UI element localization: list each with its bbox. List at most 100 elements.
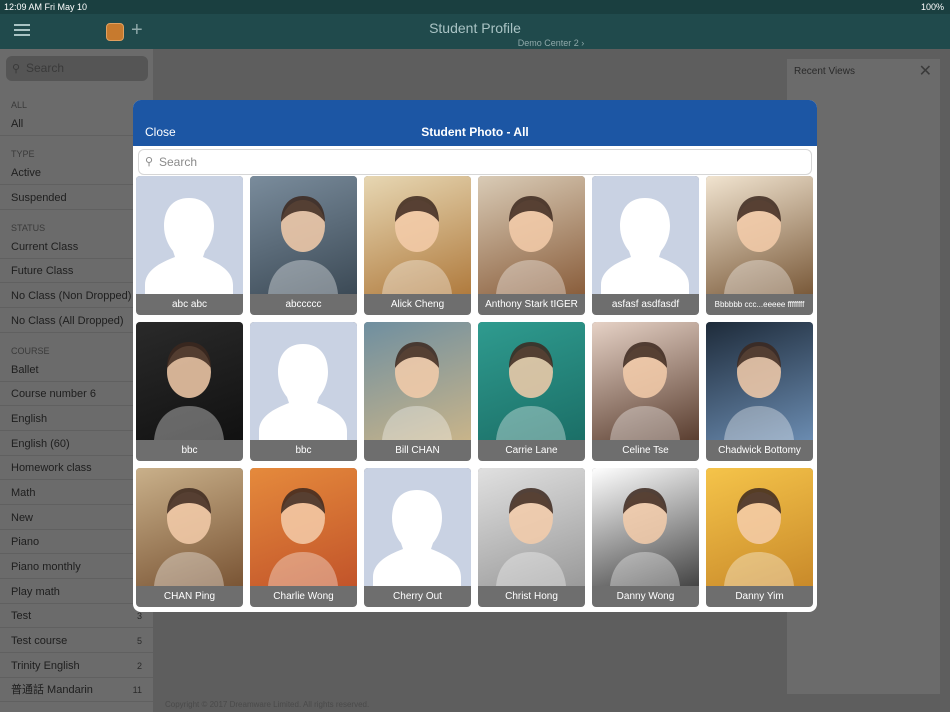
student-card[interactable]: bbc — [136, 322, 243, 461]
student-card[interactable]: Danny Wong — [592, 468, 699, 607]
student-card[interactable]: Cherry Out — [364, 468, 471, 607]
student-name: CHAN Ping — [163, 591, 216, 602]
student-photo — [706, 468, 813, 586]
modal-header: Close Student Photo - All — [133, 100, 817, 146]
student-card[interactable]: abccccc — [250, 176, 357, 315]
sidebar-item[interactable]: Current Class — [0, 235, 153, 259]
student-name: bbc — [295, 445, 312, 456]
student-card[interactable]: Chadwick Bottomy — [706, 322, 813, 461]
student-photo — [706, 322, 813, 440]
sidebar-item[interactable]: Ballet — [0, 358, 153, 382]
default-avatar-icon — [136, 176, 243, 294]
student-name: Anthony Stark tIGER — [485, 299, 578, 310]
student-card[interactable]: abc abc — [136, 176, 243, 315]
sidebar-item-label: English — [11, 413, 48, 425]
student-card[interactable]: Bbbbbb ccc...eeeee ffffffff — [706, 176, 813, 315]
student-photo — [478, 176, 585, 294]
student-photo — [706, 176, 813, 294]
student-photo-modal: Close Student Photo - All ⚲ Search abc a… — [133, 100, 817, 612]
sidebar-item[interactable]: Suspended — [0, 186, 153, 210]
student-name: abccccc — [285, 299, 322, 310]
sidebar-item[interactable]: Course number 6 — [0, 382, 153, 406]
student-photo — [136, 468, 243, 586]
sidebar-item-label: Play math — [11, 586, 60, 598]
sidebar-item-label: Piano monthly — [11, 561, 81, 573]
sidebar-item-label: All — [11, 118, 24, 130]
sidebar-item[interactable]: Test course 5 — [0, 629, 153, 653]
sidebar-item[interactable]: No Class (All Dropped) — [0, 309, 153, 333]
sidebar-item-label: Test — [11, 610, 32, 622]
default-avatar-icon — [592, 176, 699, 294]
student-card[interactable]: Anthony Stark tIGER — [478, 176, 585, 315]
student-name: Alick Cheng — [390, 299, 445, 310]
student-card[interactable]: Celine Tse — [592, 322, 699, 461]
sidebar-search-placeholder: Search — [26, 61, 65, 75]
student-photo — [250, 176, 357, 294]
page-title: Student Profile — [429, 20, 521, 36]
recent-views-label: Recent Views — [794, 66, 855, 77]
sidebar-item[interactable]: New — [0, 506, 153, 530]
student-name: bbc — [181, 445, 198, 456]
student-card[interactable]: asfasf asdfasdf — [592, 176, 699, 315]
sidebar-item-count: 11 — [132, 685, 142, 695]
sidebar-item[interactable]: Homework class — [0, 456, 153, 480]
sidebar-item-label: Future Class — [11, 265, 74, 277]
default-avatar-icon — [364, 468, 471, 586]
sidebar: ⚲ Search ALL TYPE STATUS COURSE All Active Sus… — [0, 49, 153, 712]
sidebar-item[interactable]: Play math — [0, 580, 153, 604]
sidebar-item-label: No Class (Non Dropped) — [11, 290, 132, 302]
student-card[interactable]: Alick Cheng — [364, 176, 471, 315]
sidebar-item-label: Course number 6 — [11, 388, 96, 400]
student-name: Cherry Out — [393, 591, 442, 602]
sidebar-section-header: STATUS — [11, 223, 46, 233]
sidebar-item-label: New — [11, 512, 34, 524]
student-photo — [592, 468, 699, 586]
sidebar-item-label: Test course — [11, 635, 68, 647]
sidebar-item[interactable]: 普通話 Mandarin 11 — [0, 678, 153, 702]
sidebar-item[interactable]: Test 3 — [0, 604, 153, 628]
sidebar-item[interactable]: Piano — [0, 530, 153, 554]
close-icon[interactable]: ✕ — [919, 61, 932, 81]
sidebar-item[interactable]: Trinity English 2 — [0, 654, 153, 678]
sidebar-item-label: Piano — [11, 536, 40, 548]
sidebar-item-label: 普通話 Mandarin — [11, 684, 93, 696]
sidebar-item[interactable]: No Class (Non Dropped) — [0, 284, 153, 308]
student-name: Christ Hong — [505, 591, 558, 602]
student-card[interactable]: Danny Yim — [706, 468, 813, 607]
sidebar-search-input[interactable]: ⚲ Search — [6, 56, 148, 81]
center-selector[interactable]: Demo Center 2 › — [0, 38, 950, 48]
sidebar-item[interactable]: English — [0, 407, 153, 431]
student-photo-grid: abc abc abccccc Alick Cheng Anthony Stark t… — [136, 176, 816, 608]
student-card[interactable]: Christ Hong — [478, 468, 585, 607]
student-name: Charlie Wong — [273, 591, 334, 602]
search-icon: ⚲ — [145, 156, 154, 168]
status-time: 12:09 AM Fri May 10 — [4, 2, 88, 12]
sidebar-item[interactable]: Math — [0, 481, 153, 505]
default-avatar-icon — [250, 322, 357, 440]
student-name: Danny Wong — [616, 591, 675, 602]
sidebar-item-count: 5 — [136, 636, 142, 646]
student-card[interactable]: CHAN Ping — [136, 468, 243, 607]
student-name: asfasf asdfasdf — [611, 299, 680, 310]
sidebar-item[interactable]: Future Class — [0, 259, 153, 283]
student-photo — [478, 322, 585, 440]
student-photo — [364, 322, 471, 440]
modal-search-input[interactable]: ⚲ Search — [138, 149, 812, 175]
sidebar-item[interactable]: All — [0, 112, 153, 136]
student-card[interactable]: Charlie Wong — [250, 468, 357, 607]
footer-copyright: Copyright © 2017 Dreamware Limited. All … — [165, 700, 370, 709]
student-name: Chadwick Bottomy — [718, 445, 801, 456]
sidebar-item-label: Math — [11, 487, 36, 499]
student-name: Bbbbbb ccc...eeeee ffffffff — [714, 300, 805, 309]
student-photo — [136, 322, 243, 440]
student-card[interactable]: Bill CHAN — [364, 322, 471, 461]
sidebar-item-label: Suspended — [11, 192, 67, 204]
search-icon: ⚲ — [12, 63, 21, 75]
student-card[interactable]: bbc — [250, 322, 357, 461]
sidebar-item[interactable]: Active — [0, 161, 153, 185]
sidebar-item[interactable]: English (60) — [0, 432, 153, 456]
student-name: Danny Yim — [735, 591, 784, 602]
sidebar-item-label: Active — [11, 167, 41, 179]
sidebar-item[interactable]: Piano monthly — [0, 555, 153, 579]
student-card[interactable]: Carrie Lane — [478, 322, 585, 461]
